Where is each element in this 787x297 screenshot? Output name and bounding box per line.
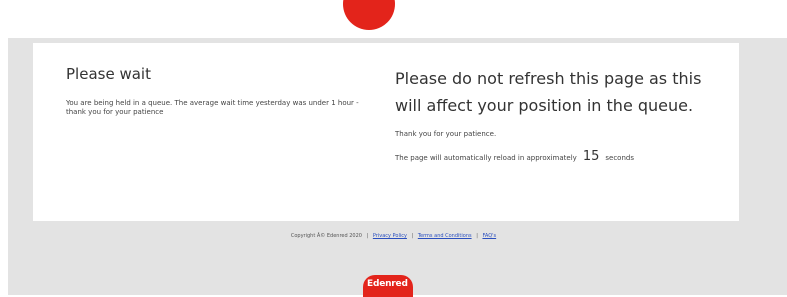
right-column: Please do not refresh this page as this … (395, 65, 725, 164)
thanks-text: Thank you for your patience. (395, 130, 497, 138)
left-column: Please wait You are being held in a queu… (66, 65, 376, 117)
edenred-logo: Edenred (363, 275, 413, 297)
queue-card: Please wait You are being held in a queu… (33, 43, 739, 221)
brand-name: Edenred (367, 279, 408, 289)
faq-link[interactable]: FAQ's (482, 233, 496, 239)
top-band (0, 0, 787, 38)
privacy-policy-link[interactable]: Privacy Policy (373, 233, 407, 239)
footer-separator: | (411, 233, 414, 239)
page-title: Please wait (66, 65, 151, 83)
reload-notice: The page will automatically reload in ap… (395, 149, 725, 164)
refresh-warning: Please do not refresh this page as this … (395, 69, 702, 115)
footer-separator: | (366, 233, 369, 239)
edenred-logo-top (343, 0, 395, 30)
copyright-text: Copyright Â© Edenred 2020 (290, 233, 362, 239)
countdown-seconds: 15 (582, 149, 600, 164)
reload-prefix: The page will automatically reload in ap… (395, 154, 577, 162)
footer-separator: | (476, 233, 478, 239)
terms-link[interactable]: Terms and Conditions (418, 233, 472, 239)
footer: Copyright Â© Edenred 2020 | Privacy Poli… (0, 233, 787, 239)
reload-suffix: seconds (605, 154, 634, 162)
queue-message: You are being held in a queue. The avera… (66, 99, 359, 116)
